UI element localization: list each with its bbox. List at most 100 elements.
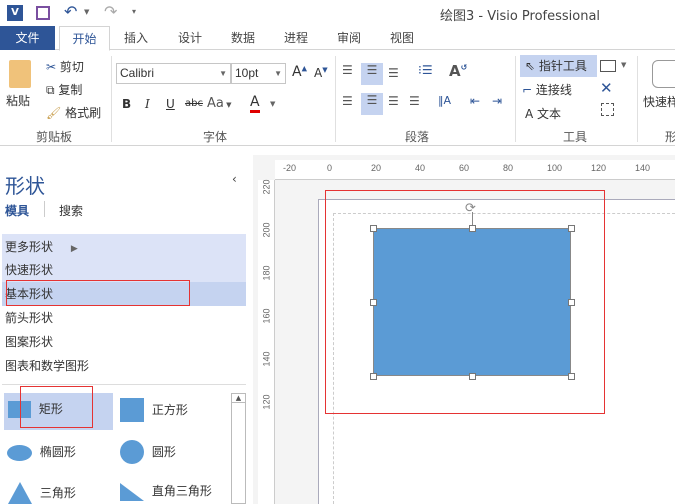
tab-home[interactable]: 开始	[59, 26, 110, 51]
align-middle-button[interactable]: ☰	[361, 63, 383, 85]
font-size-value: 10pt	[235, 66, 259, 80]
undo-dropdown-icon[interactable]: ▼	[84, 8, 89, 16]
ruler-tick-label: 40	[415, 163, 426, 173]
ruler-tick-label: 120	[591, 163, 607, 173]
bold-button[interactable]: B	[122, 97, 131, 111]
cut-label: 剪切	[59, 60, 84, 74]
copy-button[interactable]: ⧉ 复制	[46, 81, 82, 98]
shape-ellipse[interactable]: 椭圆形	[7, 443, 76, 461]
annotation-box	[20, 386, 93, 428]
shape-circle[interactable]: 圆形	[120, 440, 176, 464]
shape-right-triangle[interactable]: 直角三角形	[120, 482, 212, 501]
font-color-button[interactable]: A	[250, 95, 260, 113]
ruler-tick-label: 200	[261, 222, 272, 238]
align-top-button[interactable]: ☰	[342, 63, 358, 77]
change-case-button[interactable]: Aa ▼	[207, 96, 231, 111]
ruler-tick-label: 180	[261, 265, 272, 281]
ruler-tick-label: 160	[261, 308, 272, 324]
square-icon	[120, 398, 144, 422]
triangle-icon	[8, 482, 32, 504]
ruler-tick-label: 80	[503, 163, 514, 173]
font-group-label: 字体	[203, 130, 228, 144]
font-color-dropdown-icon[interactable]: ▼	[270, 100, 275, 108]
cut-button[interactable]: ✂ 剪切	[46, 58, 84, 75]
shrink-font-button[interactable]: A▼	[314, 66, 328, 80]
align-right-button[interactable]: ☰	[388, 94, 399, 108]
scroll-up-icon[interactable]: ▲	[232, 394, 245, 403]
ruler-tick-label: 60	[459, 163, 470, 173]
stencil-pattern-shapes[interactable]: 图案形状	[2, 330, 246, 354]
shape-label: 三角形	[39, 485, 76, 500]
underline-button[interactable]: U	[166, 97, 175, 111]
format-painter-button[interactable]: 🖌 格式刷	[46, 104, 101, 121]
rectangle-tool-button[interactable]	[600, 60, 616, 72]
chevron-down-icon: ▼	[274, 69, 282, 78]
connector-button[interactable]: ⌐ 连接线	[522, 81, 572, 98]
text-rotate-button[interactable]: A↺	[449, 62, 467, 80]
paste-label: 粘贴	[6, 94, 31, 108]
shapes-panel: 形状 ‹ 模具 搜索 更多形状 ▶ 快速形状 基本形状 箭头形状 图案形状 图表…	[0, 160, 247, 504]
justify-button[interactable]: ☰	[409, 94, 420, 108]
ruler-tick-label: 140	[635, 163, 651, 173]
tab-review[interactable]: 审阅	[329, 26, 369, 50]
ribbon-tabs: 文件 开始 插入 设计 数据 进程 审阅 视图	[0, 26, 675, 51]
tab-file[interactable]: 文件	[0, 26, 55, 50]
stencil-quick-shapes[interactable]: 快速形状	[2, 258, 246, 282]
paragraph-group-label: 段落	[405, 130, 430, 144]
ruler-tick-label: 140	[261, 351, 272, 367]
customize-toolbar-icon[interactable]: ▾	[132, 7, 136, 16]
stencil-charts[interactable]: 图表和数学图形	[2, 354, 246, 378]
vertical-ruler: 220 200 180 160 140 120	[258, 179, 275, 504]
collapse-panel-icon[interactable]: ‹	[232, 172, 237, 186]
shape-triangle[interactable]: 三角形	[8, 482, 76, 504]
brush-icon: 🖌	[46, 106, 62, 120]
ruler-tick-label: -20	[283, 163, 297, 173]
shape-square[interactable]: 正方形	[120, 398, 188, 422]
connector-icon: ⌐	[522, 83, 533, 97]
grow-font-button[interactable]: A▲	[292, 64, 307, 80]
strikethrough-button[interactable]: abc	[185, 98, 203, 109]
clipboard-icon	[9, 60, 31, 88]
tools-group-label: 工具	[563, 130, 588, 144]
tab-stencils[interactable]: 模具	[5, 202, 29, 219]
pointer-tool-button[interactable]: ⇖ 指针工具	[520, 55, 597, 77]
decrease-indent-button[interactable]: ⇤	[470, 94, 480, 108]
ruler-tick-label: 0	[327, 163, 333, 173]
tab-view[interactable]: 视图	[382, 26, 422, 50]
undo-icon[interactable]: ↶	[64, 2, 77, 21]
align-left-button[interactable]: ☰	[342, 94, 353, 108]
stencil-more-shapes[interactable]: 更多形状 ▶	[2, 235, 246, 259]
shapes-scrollbar[interactable]: ▲	[231, 393, 246, 504]
ruler-tick-label: 220	[261, 179, 272, 195]
close-x-icon[interactable]: ✕	[600, 79, 613, 97]
quick-styles-button[interactable]: 快速样	[643, 93, 675, 110]
rectangle-tool-dropdown-icon[interactable]: ▼	[621, 61, 626, 69]
redo-icon[interactable]: ↷	[104, 2, 117, 21]
tab-search[interactable]: 搜索	[59, 202, 83, 219]
circle-icon	[120, 440, 144, 464]
annotation-box	[6, 280, 190, 306]
tab-insert[interactable]: 插入	[116, 26, 156, 50]
paste-button[interactable]: 粘贴	[6, 60, 36, 120]
drawing-canvas[interactable]: -20 0 20 40 60 80 100 120 140 220 200 180 160 140 120…	[253, 155, 675, 504]
increase-indent-button[interactable]: ⇥	[492, 94, 502, 108]
stencil-arrow-shapes[interactable]: 箭头形状	[2, 306, 246, 330]
save-icon[interactable]	[36, 6, 50, 20]
ribbon: 粘贴 ✂ 剪切 ⧉ 复制 🖌 格式刷 剪贴板 Calibri ▼ 10pt ▼ A▲…	[0, 50, 675, 146]
clipboard-group-label: 剪贴板	[36, 130, 73, 144]
align-bottom-button[interactable]: ☰	[388, 66, 399, 80]
chevron-down-icon: ▼	[219, 69, 227, 78]
title-bar: V ↶ ▼ ↷ ▾ 绘图3 - Visio Professional	[0, 0, 675, 26]
shape-styles-group-label: 形	[665, 130, 675, 144]
text-tool-button[interactable]: A 文本	[525, 105, 561, 122]
font-size-select[interactable]: 10pt ▼	[231, 63, 286, 84]
font-family-select[interactable]: Calibri ▼	[116, 63, 231, 84]
align-center-button[interactable]: ☰	[361, 93, 383, 115]
italic-button[interactable]: I	[145, 97, 150, 111]
text-direction-button[interactable]: ‖A	[438, 94, 451, 107]
tab-data[interactable]: 数据	[223, 26, 263, 50]
tab-process[interactable]: 进程	[276, 26, 316, 50]
connection-point-icon[interactable]	[601, 103, 614, 116]
tab-design[interactable]: 设计	[170, 26, 210, 50]
bullets-button[interactable]: ⁝☰	[418, 63, 433, 77]
